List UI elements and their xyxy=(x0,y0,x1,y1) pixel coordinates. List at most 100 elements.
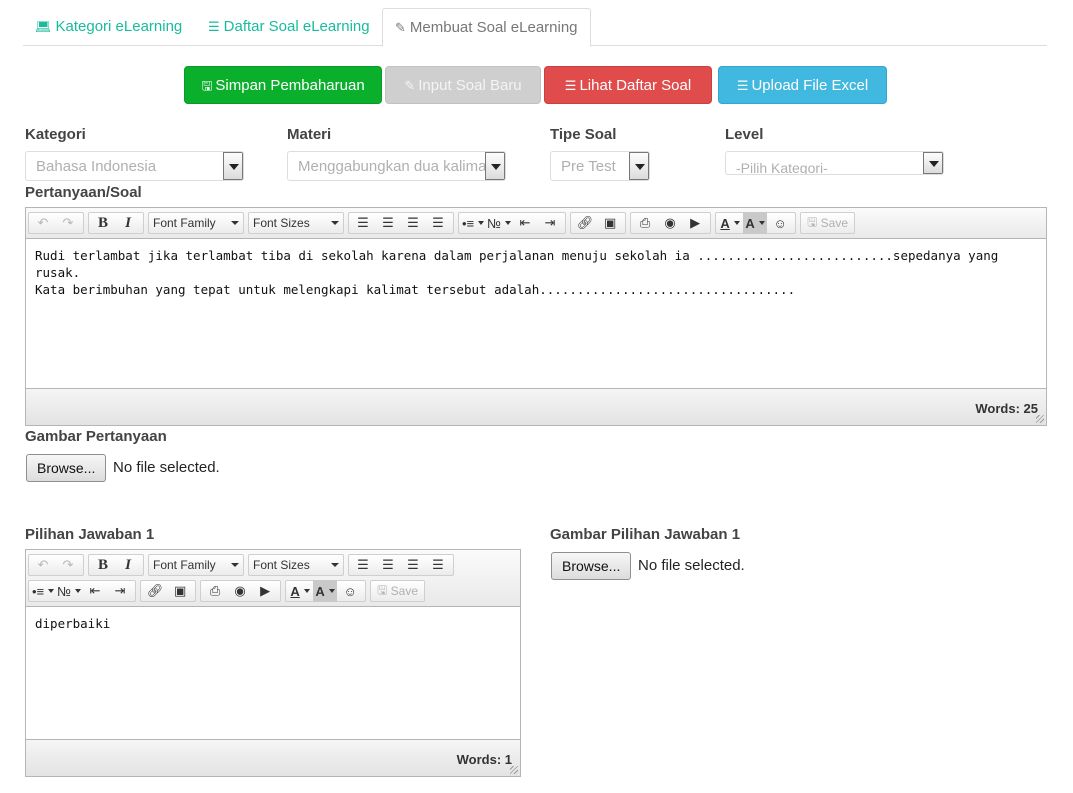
answer1-label: Pilihan Jawaban 1 xyxy=(25,526,155,543)
media-icon[interactable]: ▶ xyxy=(683,212,707,234)
bold-icon[interactable]: B xyxy=(91,554,115,576)
background-color-icon[interactable]: A xyxy=(313,580,338,602)
kategori-select[interactable]: Bahasa Indonesia xyxy=(25,151,244,181)
align-justify-icon[interactable]: ☰ xyxy=(426,212,450,234)
undo-redo-group: ↶ ↷ xyxy=(28,554,84,576)
link-icon[interactable]: 🔗︎ xyxy=(143,580,167,602)
tab-membuat-soal[interactable]: ✎ Membuat Soal eLearning xyxy=(382,8,591,47)
pencil-icon: ✎ xyxy=(404,78,416,93)
chevron-down-icon xyxy=(923,152,943,174)
align-left-icon[interactable]: ☰ xyxy=(351,554,375,576)
align-group: ☰ ☰ ☰ ☰ xyxy=(348,212,454,234)
indent-icon[interactable]: ⇥ xyxy=(108,580,132,602)
align-right-icon[interactable]: ☰ xyxy=(401,554,425,576)
undo-icon[interactable]: ↶ xyxy=(31,212,55,234)
image-icon[interactable]: ▣ xyxy=(598,212,622,234)
list-group: •≡ № ⇤ ⇥ xyxy=(458,212,567,234)
insert-group: 🔗︎ ▣ xyxy=(570,212,627,234)
emoticon-icon[interactable]: ☺ xyxy=(768,212,792,234)
undo-icon[interactable]: ↶ xyxy=(31,554,55,576)
list-icon: ☰ xyxy=(208,19,220,34)
level-value: -Pilih Kategori- xyxy=(736,160,828,175)
bullet-list-icon[interactable]: •≡ xyxy=(461,212,485,234)
editor-save-label: Save xyxy=(820,216,849,230)
italic-icon[interactable]: I xyxy=(116,212,140,234)
resize-grip-icon[interactable] xyxy=(1036,415,1044,423)
upload-excel-button[interactable]: ☰ Upload File Excel xyxy=(718,66,887,104)
question-image-browse-button[interactable]: Browse... xyxy=(26,454,107,482)
level-select[interactable]: -Pilih Kategori- xyxy=(725,151,944,175)
background-color-icon[interactable]: A xyxy=(743,212,768,234)
redo-icon[interactable]: ↷ xyxy=(56,212,80,234)
emoticon-icon[interactable]: ☺ xyxy=(338,580,362,602)
kategori-label: Kategori xyxy=(25,126,86,143)
kategori-value: Bahasa Indonesia xyxy=(36,158,157,175)
font-family-select[interactable]: Font Family xyxy=(148,554,244,576)
text-color-icon[interactable]: A xyxy=(718,212,742,234)
tab-kategori[interactable]: 💻︎ Kategori eLearning xyxy=(23,8,194,46)
bold-icon[interactable]: B xyxy=(91,212,115,234)
editor-toolbar: ↶ ↷ B I Font Family Font Sizes ☰ ☰ ☰ ☰ •… xyxy=(26,208,1046,239)
numbered-list-icon[interactable]: № xyxy=(56,580,82,602)
editor-save-button[interactable]: 🖫 Save xyxy=(800,212,856,234)
align-center-icon[interactable]: ☰ xyxy=(376,554,400,576)
nav-tabs: 💻︎ Kategori eLearning ☰ Daftar Soal eLearn… xyxy=(23,8,1047,47)
print-icon[interactable]: ⎙ xyxy=(633,212,657,234)
outdent-icon[interactable]: ⇤ xyxy=(513,212,537,234)
question-image-status: No file selected. xyxy=(113,459,220,476)
materi-value: Menggabungkan dua kalima xyxy=(298,158,487,175)
floppy-icon: 🖫 xyxy=(377,582,391,597)
format-group: B I xyxy=(88,554,144,576)
question-content[interactable]: Rudi terlambat jika terlambat tiba di se… xyxy=(26,239,1046,306)
caret-down-icon xyxy=(331,221,339,225)
answer1-content[interactable]: diperbaiki xyxy=(26,607,520,640)
caret-down-icon xyxy=(231,563,239,567)
tab-daftar-soal[interactable]: ☰ Daftar Soal eLearning xyxy=(196,8,382,46)
tipe-soal-select[interactable]: Pre Test xyxy=(550,151,650,181)
font-sizes-select[interactable]: Font Sizes xyxy=(248,212,344,234)
preview-icon[interactable]: ◉ xyxy=(228,580,252,602)
outdent-icon[interactable]: ⇤ xyxy=(83,580,107,602)
numbered-list-icon[interactable]: № xyxy=(486,212,512,234)
print-icon[interactable]: ⎙ xyxy=(203,580,227,602)
materi-select[interactable]: Menggabungkan dua kalima xyxy=(287,151,506,181)
chevron-down-icon xyxy=(629,152,649,180)
link-icon[interactable]: 🔗︎ xyxy=(573,212,597,234)
bullet-list-icon[interactable]: •≡ xyxy=(31,580,55,602)
preview-icon[interactable]: ◉ xyxy=(658,212,682,234)
chevron-down-icon xyxy=(485,152,505,180)
resize-grip-icon[interactable] xyxy=(510,766,518,774)
tipe-soal-value: Pre Test xyxy=(561,158,616,175)
text-color-icon[interactable]: A xyxy=(288,580,312,602)
answer1-image-browse-button[interactable]: Browse... xyxy=(551,552,632,580)
caret-down-icon xyxy=(231,221,239,225)
font-sizes-select[interactable]: Font Sizes xyxy=(248,554,344,576)
indent-icon[interactable]: ⇥ xyxy=(538,212,562,234)
answer1-editor[interactable]: ↶ ↷ B I Font Family Font Sizes ☰ ☰ ☰ ☰ •… xyxy=(25,549,521,777)
color-group: A A ☺ xyxy=(285,580,367,602)
font-family-label: Font Family xyxy=(153,558,216,572)
editor-save-button[interactable]: 🖫 Save xyxy=(370,580,426,602)
save-update-button[interactable]: 🖫 Simpan Pembaharuan xyxy=(184,66,382,104)
answer1-image-status: No file selected. xyxy=(638,557,745,574)
caret-down-icon xyxy=(331,563,339,567)
view-questions-button[interactable]: ☰ Lihat Daftar Soal xyxy=(544,66,712,104)
redo-icon[interactable]: ↷ xyxy=(56,554,80,576)
image-icon[interactable]: ▣ xyxy=(168,580,192,602)
font-family-select[interactable]: Font Family xyxy=(148,212,244,234)
align-center-icon[interactable]: ☰ xyxy=(376,212,400,234)
editor-statusbar: Words: 1 xyxy=(26,739,520,776)
new-question-button[interactable]: ✎ Input Soal Baru xyxy=(385,66,541,104)
color-group: A A ☺ xyxy=(715,212,797,234)
tab-daftar-soal-label: Daftar Soal eLearning xyxy=(223,18,370,35)
list-icon: ☰ xyxy=(564,78,577,93)
italic-icon[interactable]: I xyxy=(116,554,140,576)
question-editor[interactable]: ↶ ↷ B I Font Family Font Sizes ☰ ☰ ☰ ☰ •… xyxy=(25,207,1047,426)
align-left-icon[interactable]: ☰ xyxy=(351,212,375,234)
align-justify-icon[interactable]: ☰ xyxy=(426,554,450,576)
align-right-icon[interactable]: ☰ xyxy=(401,212,425,234)
question-image-label: Gambar Pertanyaan xyxy=(25,428,167,445)
list-group: •≡ № ⇤ ⇥ xyxy=(28,580,137,602)
tipe-soal-label: Tipe Soal xyxy=(550,126,617,143)
media-icon[interactable]: ▶ xyxy=(253,580,277,602)
